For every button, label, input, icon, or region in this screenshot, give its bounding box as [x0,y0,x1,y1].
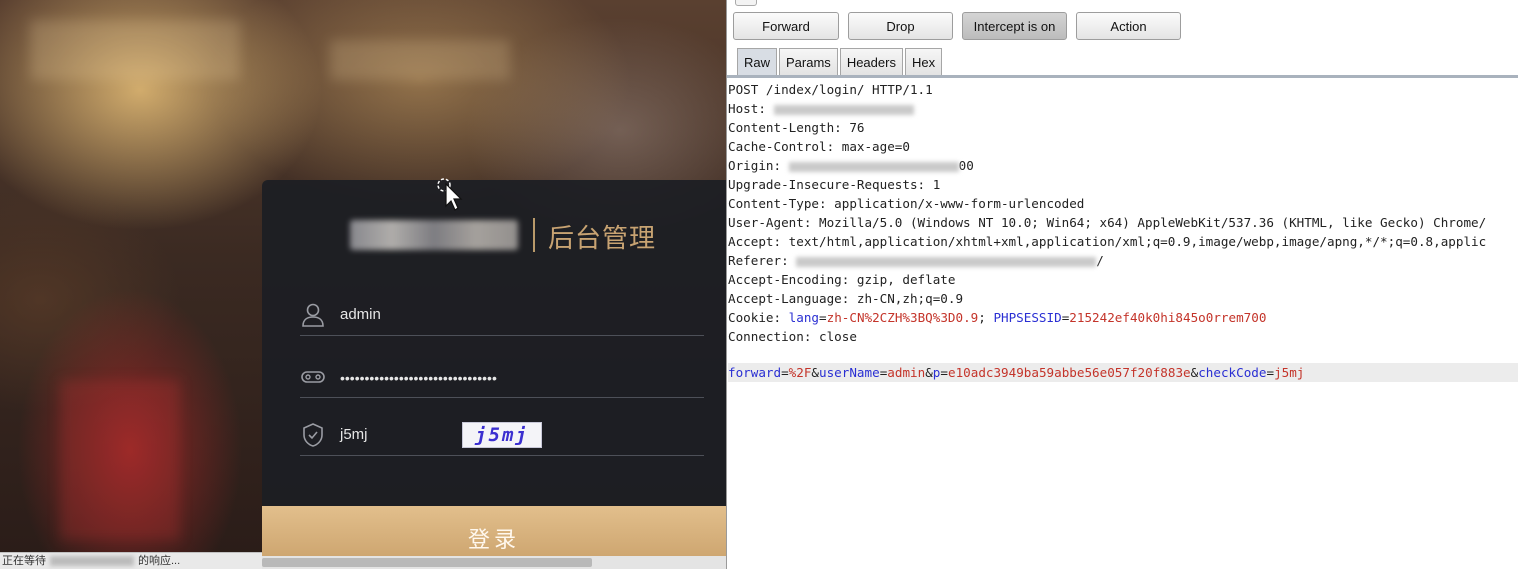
username-field[interactable]: admin [300,296,704,336]
request-line: POST /index/login/ HTTP/1.1 [728,82,933,97]
redacted-host [773,104,914,115]
status-prefix: 正在等待 [2,555,46,567]
user-icon [300,302,326,328]
intercept-toggle-button[interactable]: Intercept is on [962,12,1067,40]
user-agent-header: User-Agent: Mozilla/5.0 (Windows NT 10.0… [728,215,1487,230]
content-type-header: Content-Type: application/x-www-form-url… [728,196,1085,211]
cache-control-header: Cache-Control: max-age=0 [728,139,910,154]
raw-request-editor[interactable]: POST /index/login/ HTTP/1.1 Host: Conten… [728,80,1518,569]
request-body: forward=%2F&userName=admin&p=e10adc3949b… [728,363,1518,382]
captcha-image[interactable]: j5mj [462,422,542,448]
site-logo [350,220,518,250]
origin-header: Origin: 00 [728,158,974,173]
accept-language-header: Accept-Language: zh-CN,zh;q=0.9 [728,291,964,306]
message-tabs: Raw Params Headers Hex [737,48,944,76]
password-icon [300,364,326,390]
page-title: 后台管理 [548,224,657,254]
captcha-input[interactable]: j5mj [340,426,368,443]
forward-button[interactable]: Forward [733,12,839,40]
shield-icon [300,422,326,448]
status-suffix: 的响应... [138,555,181,567]
mouse-cursor-icon [437,178,463,211]
accept-encoding-header: Accept-Encoding: gzip, deflate [728,272,956,287]
connection-header: Connection: close [728,329,857,344]
horizontal-scrollbar[interactable] [262,556,726,569]
tab-divider [727,75,1518,78]
upgrade-insecure-header: Upgrade-Insecure-Requests: 1 [728,177,941,192]
accept-header: Accept: text/html,application/xhtml+xml,… [728,234,1487,249]
tab-params[interactable]: Params [779,48,838,76]
browser-viewport: 后台管理 admin •••••••••••••••••••••••••••••… [0,0,726,569]
action-button[interactable]: Action [1076,12,1181,40]
tab-hex[interactable]: Hex [904,48,943,76]
host-header: Host: [728,99,914,118]
redacted-referer [796,256,1097,267]
browser-status-bar: 正在等待 的响应... [0,552,262,569]
drop-button[interactable]: Drop [848,12,953,40]
redacted-origin [788,161,959,172]
username-input[interactable]: admin [340,306,381,323]
login-panel: 后台管理 admin •••••••••••••••••••••••••••••… [262,180,726,569]
password-field[interactable]: •••••••••••••••••••••••••••••••• [300,358,704,398]
content-length-header: Content-Length: 76 [728,120,865,135]
captcha-field[interactable]: j5mj j5mj [300,416,704,456]
tab-raw[interactable]: Raw [737,48,778,76]
redacted-host [50,556,134,567]
burp-proxy-panel: Forward Drop Intercept is on Action Raw … [726,0,1518,569]
cookie-header: Cookie: lang=zh-CN%2CZH%3BQ%3D0.9; PHPSE… [728,310,1267,325]
title-divider [533,218,535,252]
referer-header: Referer: / [728,253,1104,268]
tab-headers[interactable]: Headers [839,48,903,76]
password-input[interactable]: •••••••••••••••••••••••••••••••• [340,370,497,386]
scrollbar-thumb[interactable] [262,558,592,567]
toolbar-stub [735,0,757,6]
